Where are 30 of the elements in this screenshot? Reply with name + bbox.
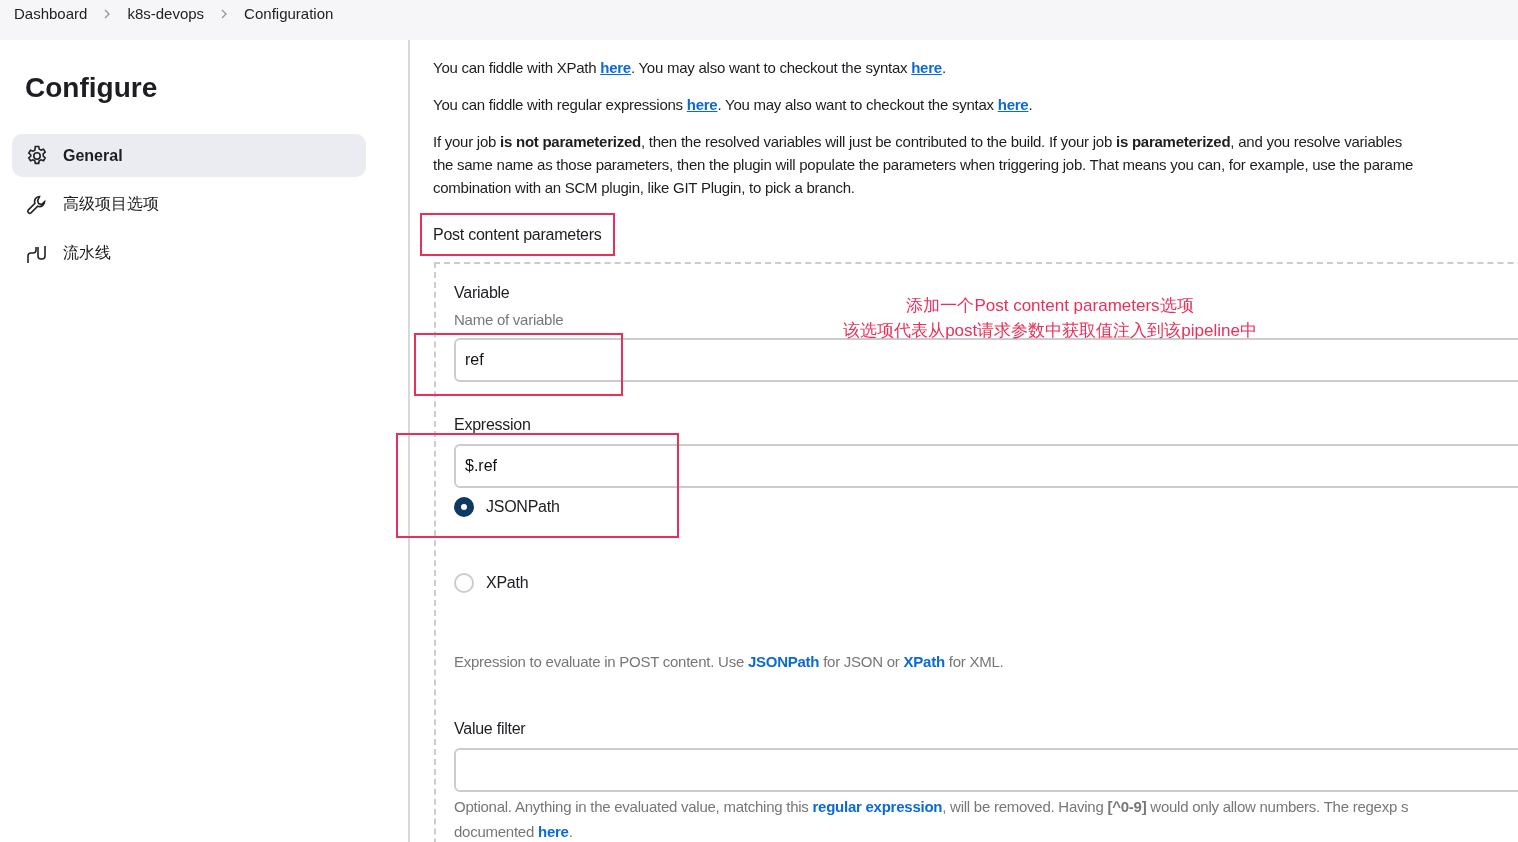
help-paragraph: You can fiddle with regular expressions here. You may also want to checkout the syntax here. (433, 95, 1034, 115)
help-link[interactable]: XPath (903, 653, 945, 670)
help-link[interactable]: here (538, 823, 569, 840)
radio-label[interactable]: XPath (486, 574, 529, 592)
field-label: Variable (454, 284, 510, 302)
field-description: Name of variable (454, 311, 564, 328)
field-label: Expression (454, 416, 531, 434)
help-text: Optional. Anything in the evaluated value, matching this regular expression, will be removed. Having [^0-9] would only allow numbers. The regexp s documented here. (454, 797, 1410, 842)
radio-button[interactable] (454, 497, 474, 517)
radio-label[interactable]: JSONPath (486, 498, 560, 516)
breadcrumb-link[interactable]: k8s-devops (127, 5, 205, 22)
help-link[interactable]: here (911, 59, 942, 76)
value-filter-input-field[interactable] (454, 748, 1518, 792)
help-link[interactable]: here (600, 59, 631, 76)
expression-input-field[interactable]: $.ref (454, 444, 1518, 488)
help-paragraph: You can fiddle with XPath here. You may also want to checkout the syntax here. (433, 58, 947, 78)
variable-input-field[interactable]: ref (454, 338, 1518, 382)
sidebar-item[interactable]: 高级项目选项 (12, 183, 366, 226)
page-title: Configure (25, 72, 159, 104)
help-text: Expression to evaluate in POST content. Use JSONPath for JSON or XPath for XML. (454, 653, 1005, 670)
breadcrumb-link[interactable]: Dashboard (14, 5, 88, 22)
help-link[interactable]: here (997, 96, 1029, 113)
breadcrumb-link[interactable]: Configuration (244, 5, 334, 22)
sidebar-item[interactable]: General (12, 134, 366, 177)
sidebar-item[interactable]: 流水线 (12, 232, 366, 275)
field-label: Value filter (454, 720, 526, 738)
help-link[interactable]: JSONPath (747, 653, 820, 670)
section-heading: Post content parameters (420, 213, 615, 256)
help-link[interactable]: here (686, 96, 718, 113)
help-paragraph: If your job is not parameterized, then the resolved variables will just be contributed to the build. If your job is parameterized, and you resolve variables the same name as those parameters, then the plugin will populate the parameters when triggering job. That means you can, for example, use the parame combination with an SCM plugin, like GIT Plugin, to pick a branch. (433, 132, 1414, 198)
